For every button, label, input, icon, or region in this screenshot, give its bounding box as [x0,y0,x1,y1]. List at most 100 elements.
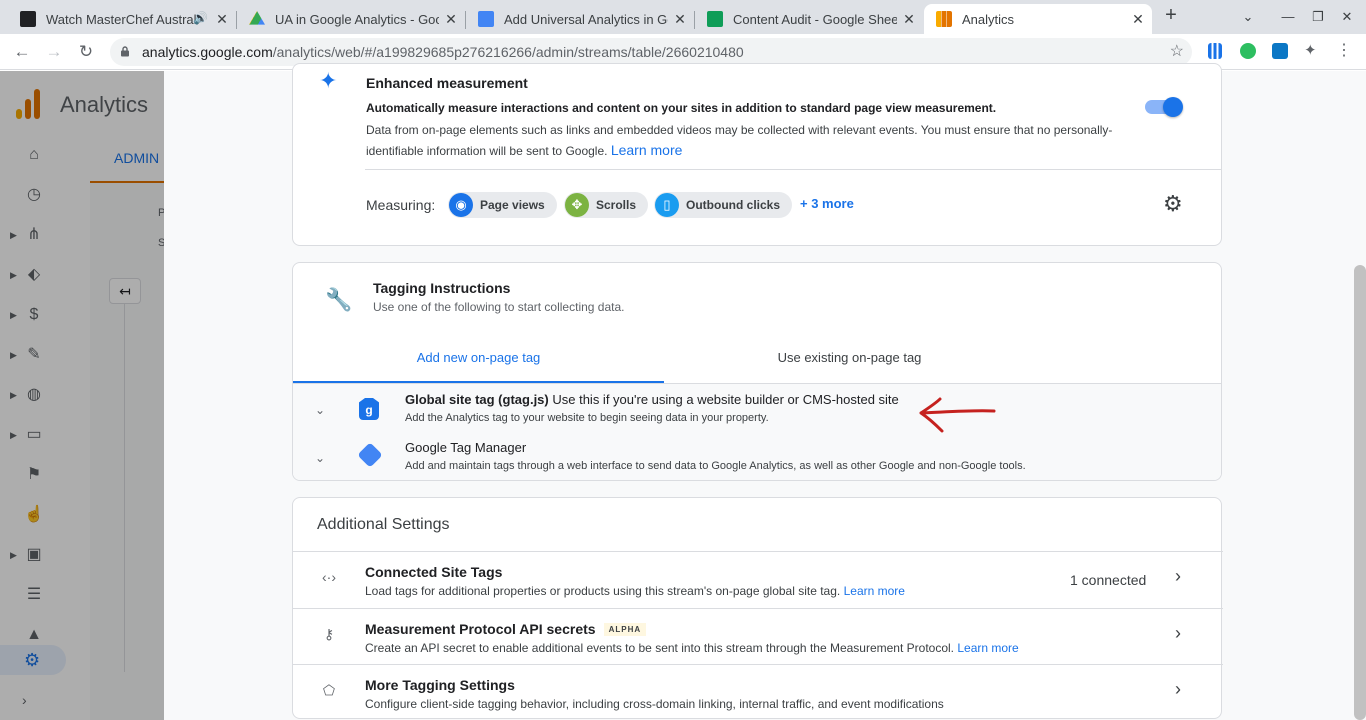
puzzle-icon[interactable]: ✦ [1304,43,1320,59]
enhanced-measurement-toggle[interactable] [1145,97,1183,117]
web-stream-details-panel: ✦ Enhanced measurement Automatically mea… [164,63,1366,720]
tab-title: Add Universal Analytics in Goo [504,11,668,27]
tab-favicon [20,11,36,27]
tag-options-list: ⌄ g Global site tag (gtag.js) Use this i… [293,384,1221,480]
gtm-title: Google Tag Manager [405,440,527,455]
row-title: Connected Site Tags [365,564,503,580]
window-close-icon[interactable]: ✕ [1338,8,1356,26]
close-icon[interactable]: ✕ [1130,11,1146,27]
row-description: Configure client-side tagging behavior, … [365,697,944,711]
sparkle-icon: ✦ [319,68,338,93]
close-icon[interactable]: ✕ [672,11,688,27]
code-icon: ‹·› [322,569,336,585]
tab-search-icon[interactable]: ⌄ [1239,8,1257,26]
learn-more-link[interactable]: Learn more [844,584,905,598]
tagging-instructions-card: 🔧 Tagging Instructions Use one of the fo… [292,262,1222,481]
tab-title: Analytics [962,11,1015,27]
back-icon[interactable]: ← [12,42,32,62]
learn-more-link[interactable]: Learn more [611,142,683,158]
scrollbar-thumb[interactable] [1354,265,1366,720]
learn-more-link[interactable]: Learn more [957,641,1018,655]
tab-strip: Watch MasterChef Austral 🔊 ✕ UA in Googl… [0,0,1366,34]
evernote-icon[interactable] [1240,43,1256,59]
desc-text: Create an API secret to enable additiona… [365,641,955,655]
enhanced-measurement-title: Enhanced measurement [366,75,528,91]
tagging-subtitle: Use one of the following to start collec… [373,300,625,314]
url-path: /analytics/web/#/a199829685p276216266/ad… [272,44,744,60]
close-icon[interactable]: ✕ [443,11,459,27]
tab-use-existing-tag[interactable]: Use existing on-page tag [664,335,1035,383]
chip-page-views: ◉ Page views [448,192,557,218]
mouse-icon: ▯ [655,193,679,217]
settings-gear-icon[interactable]: ⚙ [1163,191,1183,217]
row-title: Measurement Protocol API secrets ALPHA [365,621,647,637]
row-title: More Tagging Settings [365,677,515,693]
chip-label: Page views [480,198,545,212]
key-icon: ⚷ [323,626,335,642]
measurement-protocol-row[interactable]: ⚷ Measurement Protocol API secrets ALPHA … [293,608,1223,664]
chevron-right-icon[interactable]: › [1175,623,1181,644]
chevron-right-icon[interactable]: › [1175,566,1181,587]
additional-settings-title: Additional Settings [317,516,450,533]
row-description: Load tags for additional properties or p… [365,584,905,598]
modal-scrim[interactable] [0,71,164,720]
tab-analytics[interactable]: Analytics ✕ [924,4,1152,34]
chip-label: Scrolls [596,198,637,212]
analytics-favicon [936,11,952,27]
wrench-icon: 🔧 [325,287,353,312]
tagging-title: Tagging Instructions [373,280,511,296]
tab-add-ua-doc[interactable]: Add Universal Analytics in Goo ✕ [466,4,694,34]
tab-ua-drive[interactable]: UA in Google Analytics - Goog ✕ [237,4,465,34]
restore-icon[interactable]: ❐ [1309,8,1327,26]
row-title-text: Measurement Protocol API secrets [365,621,596,637]
docs-icon [478,11,494,27]
tab-title: UA in Google Analytics - Goog [275,11,439,27]
minimize-icon[interactable]: — [1279,8,1297,26]
gtag-row-title[interactable]: Global site tag (gtag.js) Use this if yo… [405,392,899,407]
reload-icon[interactable]: ↻ [76,42,96,62]
menu-icon[interactable]: ⋮ [1336,43,1352,59]
chip-label: Outbound clicks [686,198,781,212]
row-description: Create an API secret to enable additiona… [365,641,1019,655]
additional-settings-card: Additional Settings ‹·› Connected Site T… [292,497,1223,720]
address-bar[interactable]: analytics.google.com/analytics/web/#/a19… [110,38,1192,66]
red-arrow-annotation [919,397,996,433]
gtag-suffix: Use this if you're using a website build… [548,392,899,407]
label-tag-icon: ⬠ [322,682,336,698]
divider [365,169,1222,170]
tab-content-audit[interactable]: Content Audit - Google Sheets ✕ [695,4,923,34]
tag-manager-icon [357,442,383,468]
tab-title: Content Audit - Google Sheets [733,11,897,27]
gtm-row-title[interactable]: Google Tag Manager [405,440,526,455]
close-icon[interactable]: ✕ [214,11,230,27]
gtag-icon: g [359,398,379,420]
bookmark-star-icon[interactable]: ☆ [1170,38,1184,66]
lock-icon [121,46,129,57]
chevron-right-icon[interactable]: › [1175,679,1181,700]
gtag-description: Add the Analytics tag to your website to… [405,412,769,424]
enhanced-lead-text: Automatically measure interactions and c… [366,101,997,115]
scroll-icon: ✥ [565,193,589,217]
body-text: Data from on-page elements such as links… [366,123,1113,158]
sheets-icon [707,11,723,27]
connected-site-tags-row[interactable]: ‹·› Connected Site Tags Load tags for ad… [293,551,1223,607]
gtag-title: Global site tag (gtag.js) [405,392,549,407]
gtm-description: Add and maintain tags through a web inte… [405,460,1026,472]
close-icon[interactable]: ✕ [901,11,917,27]
new-tab-button[interactable]: + [1161,5,1181,26]
connected-count: 1 connected [1070,572,1147,588]
speaker-icon[interactable]: 🔊 [193,11,208,25]
forward-icon[interactable]: → [44,42,64,62]
extension-bars-icon[interactable] [1208,43,1222,59]
extension-network-icon[interactable] [1272,43,1288,59]
eye-icon: ◉ [449,193,473,217]
more-events-link[interactable]: + 3 more [800,196,854,211]
chip-scrolls: ✥ Scrolls [564,192,649,218]
more-tagging-settings-row[interactable]: ⬠ More Tagging Settings Configure client… [293,664,1223,720]
tab-add-new-tag[interactable]: Add new on-page tag [293,335,664,383]
chevron-down-icon[interactable]: ⌄ [315,403,325,417]
tab-masterchef[interactable]: Watch MasterChef Austral 🔊 ✕ [8,4,236,34]
chevron-down-icon[interactable]: ⌄ [315,451,325,465]
enhanced-measurement-card: ✦ Enhanced measurement Automatically mea… [292,63,1222,246]
desc-text: Load tags for additional properties or p… [365,584,841,598]
